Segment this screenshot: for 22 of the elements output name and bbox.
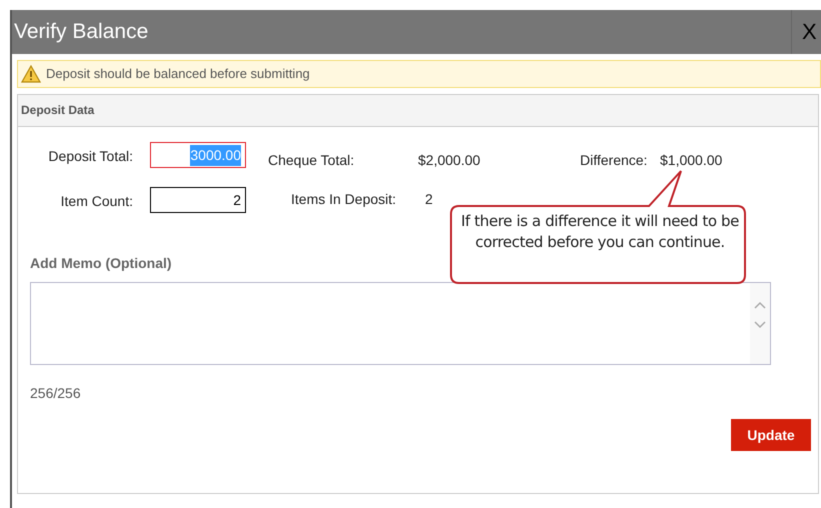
panel-title: Deposit Data: [21, 103, 94, 117]
number-field[interactable]: 2: [150, 187, 246, 213]
field-value: 2: [425, 190, 433, 209]
warning-text: Deposit should be balanced before submitting: [46, 65, 310, 84]
memo-field[interactable]: [30, 282, 771, 365]
field-label: Items In Deposit:: [291, 190, 398, 209]
update-button[interactable]: Update: [731, 419, 811, 451]
scroll-down-icon[interactable]: [754, 321, 766, 329]
field-label: Cheque Total:: [268, 151, 356, 170]
character-counter: 256/256: [30, 384, 82, 403]
field-value: $2,000.00: [418, 151, 482, 170]
scroll-up-icon[interactable]: [754, 301, 766, 309]
field-label: Deposit Total:: [47, 147, 133, 166]
number-field[interactable]: 3000.00: [150, 142, 246, 168]
field-label: Difference:: [580, 151, 648, 170]
warning-icon: [21, 65, 41, 83]
window-title: Verify Balance: [13, 19, 148, 46]
callout-text: If there is a difference it will need to be corrected before you can continue.: [460, 211, 740, 253]
memo-label: Add Memo (Optional): [30, 254, 173, 273]
field-value: $1,000.00: [660, 151, 722, 170]
field-label: Item Count:: [60, 192, 133, 211]
close-button[interactable]: X: [791, 10, 821, 54]
